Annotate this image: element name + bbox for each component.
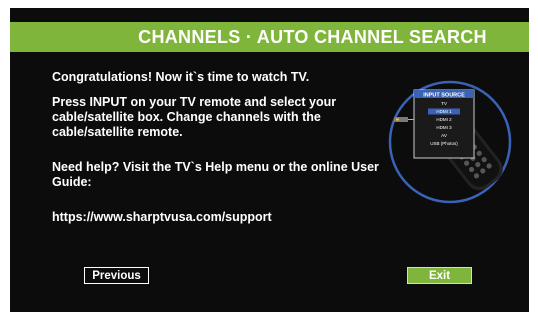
support-url: https://www.sharptvusa.com/support [52,210,272,224]
exit-button[interactable]: Exit [407,267,472,284]
congrats-text: Congratulations! Now it`s time to watch … [52,70,310,84]
menu-item-hdmi3: HDMI 3 [436,125,452,130]
instructions: Congratulations! Now it`s time to watch … [52,70,392,235]
tv-screen: CHANNELS · AUTO CHANNEL SEARCH Congratul… [10,8,529,312]
menu-item-hdmi2: HDMI 2 [436,117,452,122]
menu-item-usb: USB (Photos) [430,141,458,146]
exit-button-label: Exit [428,269,451,282]
help-text: Need help? Visit the TV`s Help menu or t… [52,160,379,189]
title-bar: CHANNELS · AUTO CHANNEL SEARCH [10,22,529,52]
previous-button[interactable]: Previous [84,267,149,284]
input-source-illustration: INPUT SOURCE TV HDMI 1 HDMI 2 HDMI 3 AV … [388,80,512,210]
menu-item-hdmi1: HDMI 1 [436,109,452,114]
previous-button-label: Previous [92,269,141,282]
menu-item-tv: TV [441,101,447,106]
input-instructions-text: Press INPUT on your TV remote and select… [52,95,337,139]
menu-item-av: AV [441,133,447,138]
menu-title: INPUT SOURCE [423,93,465,99]
page-title: CHANNELS · AUTO CHANNEL SEARCH [138,26,487,47]
